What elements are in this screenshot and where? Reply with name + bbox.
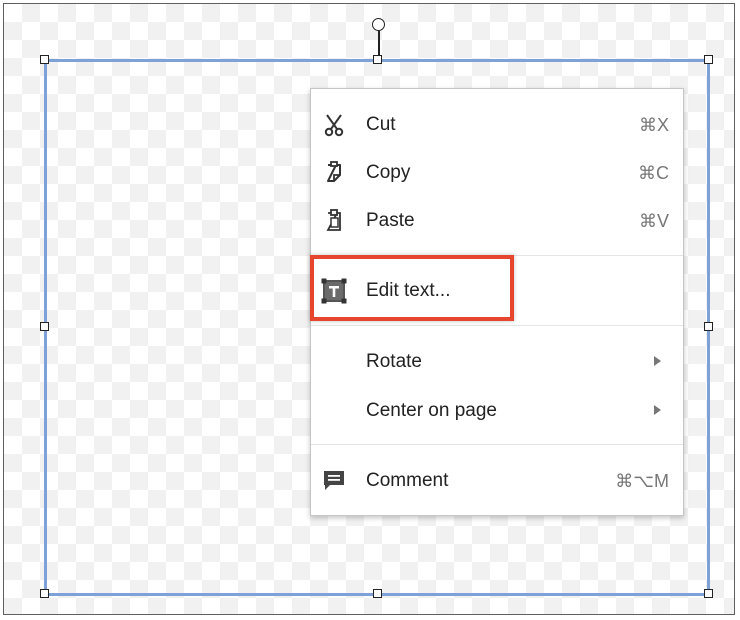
canvas-frame: Cut ⌘X Copy ⌘C Paste ⌘V Edit text... Rot… bbox=[3, 3, 735, 615]
paste-icon bbox=[321, 208, 347, 234]
menu-item-label: Center on page bbox=[366, 400, 497, 421]
comment-icon bbox=[321, 468, 347, 494]
submenu-arrow-icon bbox=[654, 356, 661, 366]
resize-handle-left[interactable] bbox=[40, 322, 49, 331]
menu-item-label: Copy bbox=[366, 162, 411, 183]
rotate-handle[interactable] bbox=[372, 18, 385, 31]
scissors-icon bbox=[321, 112, 347, 138]
resize-handle-top-right[interactable] bbox=[704, 55, 713, 64]
resize-handle-top-left[interactable] bbox=[40, 55, 49, 64]
resize-handle-right[interactable] bbox=[704, 322, 713, 331]
menu-item-label: Paste bbox=[366, 210, 415, 231]
menu-item-paste[interactable]: Paste ⌘V bbox=[311, 198, 683, 242]
menu-item-shortcut: ⌘X bbox=[638, 115, 669, 135]
menu-item-rotate[interactable]: Rotate bbox=[311, 339, 683, 383]
submenu-arrow-icon bbox=[654, 405, 661, 415]
resize-handle-bottom[interactable] bbox=[373, 589, 382, 598]
menu-item-label: Comment bbox=[366, 470, 449, 491]
menu-item-center-on-page[interactable]: Center on page bbox=[311, 388, 683, 432]
menu-item-cut[interactable]: Cut ⌘X bbox=[311, 102, 683, 146]
menu-item-shortcut: ⌘C bbox=[638, 163, 669, 183]
menu-item-comment[interactable]: Comment ⌘⌥M bbox=[311, 458, 683, 502]
menu-separator bbox=[311, 325, 683, 326]
resize-handle-top[interactable] bbox=[373, 55, 382, 64]
menu-item-copy[interactable]: Copy ⌘C bbox=[311, 150, 683, 194]
menu-separator bbox=[311, 444, 683, 445]
menu-item-label: Rotate bbox=[366, 351, 422, 372]
annotation-highlight-box bbox=[310, 255, 514, 321]
resize-handle-bottom-left[interactable] bbox=[40, 589, 49, 598]
resize-handle-bottom-right[interactable] bbox=[704, 589, 713, 598]
copy-icon bbox=[321, 160, 347, 186]
menu-item-shortcut: ⌘⌥M bbox=[615, 471, 669, 491]
menu-item-shortcut: ⌘V bbox=[638, 211, 669, 231]
menu-item-label: Cut bbox=[366, 114, 396, 135]
